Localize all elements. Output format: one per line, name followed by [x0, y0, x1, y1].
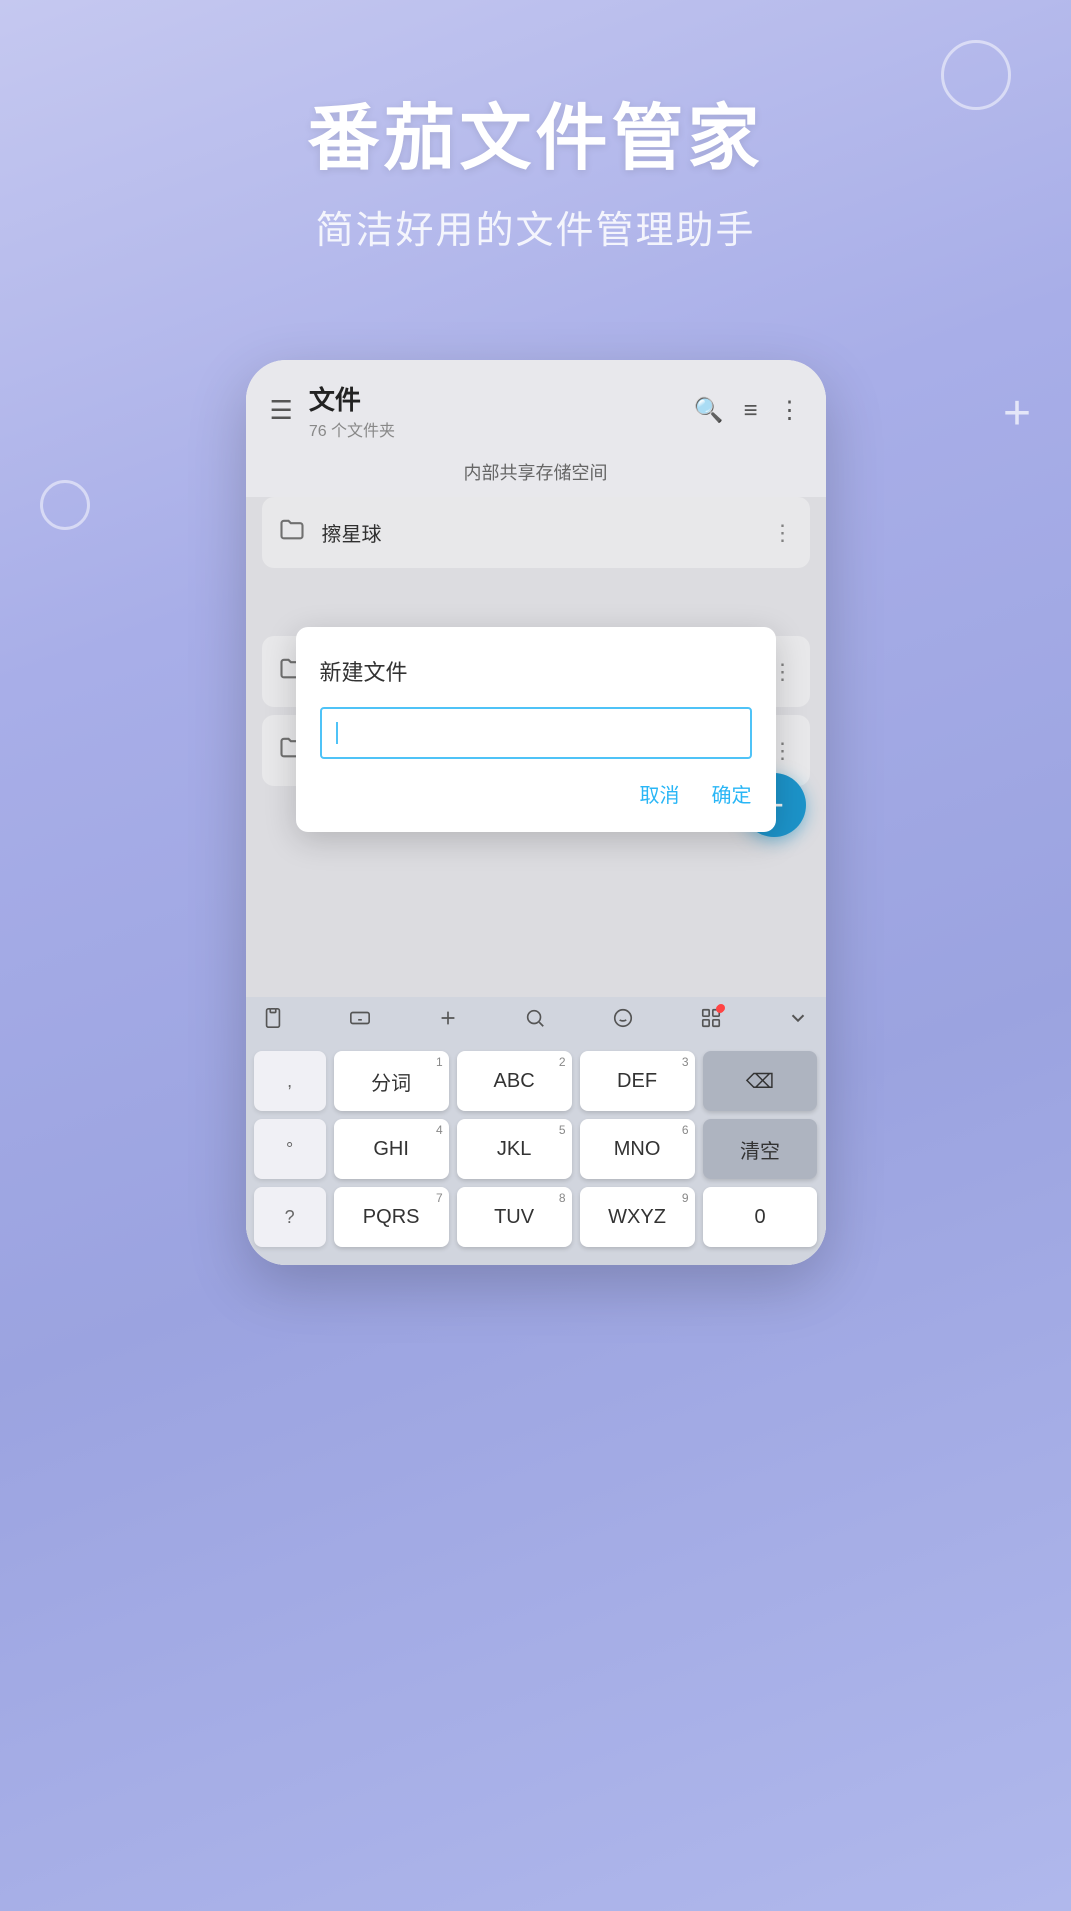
title-group: 文件 76 个文件夹 [309, 380, 694, 441]
app-bar-title: 文件 [309, 380, 694, 417]
key-degree-label: ° [286, 1139, 293, 1160]
key-3-num: 3 [682, 1055, 689, 1069]
key-backspace[interactable]: ⌫ [703, 1051, 818, 1111]
key-fenci-label: 分词 [371, 1067, 411, 1096]
key-mno-label: MNO [614, 1138, 661, 1161]
key-1-num: 1 [436, 1055, 443, 1069]
dialog-title: 新建文件 [320, 655, 752, 687]
clipboard-icon[interactable] [262, 1007, 284, 1035]
search-icon[interactable]: 🔍 [694, 396, 724, 425]
confirm-button[interactable]: 确定 [712, 779, 752, 808]
kb-row-1: , 1 分词 2 ABC 3 DEF ⌫ [254, 1051, 818, 1111]
app-bar-icons: 🔍 ≡ ⋮ [694, 396, 802, 425]
keyboard-toolbar [246, 997, 826, 1045]
key-wxyz-label: WXYZ [608, 1206, 666, 1229]
key-abc[interactable]: 2 ABC [457, 1051, 572, 1111]
storage-label: 内部共享存储空间 [246, 449, 826, 497]
key-tuv-label: TUV [494, 1206, 534, 1229]
cursor-icon[interactable] [437, 1007, 459, 1035]
keyboard: , 1 分词 2 ABC 3 DEF ⌫ [246, 1045, 826, 1265]
key-def-label: DEF [617, 1070, 657, 1093]
key-fenci[interactable]: 1 分词 [334, 1051, 449, 1111]
key-def[interactable]: 3 DEF [580, 1051, 695, 1111]
more-icon[interactable]: ⋮ [778, 396, 802, 425]
key-jkl[interactable]: 5 JKL [457, 1119, 572, 1179]
app-subtitle: 简洁好用的文件管理助手 [0, 199, 1071, 254]
menu-icon[interactable]: ☰ [270, 395, 293, 426]
key-4-num: 4 [436, 1123, 443, 1137]
key-degree[interactable]: ° [254, 1119, 326, 1179]
grid-icon[interactable] [700, 1007, 722, 1035]
key-7-num: 7 [436, 1191, 443, 1205]
dialog-input[interactable] [320, 707, 752, 759]
key-backspace-label: ⌫ [746, 1069, 774, 1094]
key-5-num: 5 [559, 1123, 566, 1137]
red-dot [716, 1005, 724, 1013]
phone-inner: ☰ 文件 76 个文件夹 🔍 ≡ ⋮ 内部共享存储空间 [246, 360, 826, 1265]
key-tuv[interactable]: 8 TUV [457, 1187, 572, 1247]
key-pqrs-label: PQRS [363, 1206, 420, 1229]
header-section: 番茄文件管家 简洁好用的文件管理助手 [0, 0, 1071, 254]
app-bar: ☰ 文件 76 个文件夹 🔍 ≡ ⋮ [246, 360, 826, 449]
app-bar-subtitle: 76 个文件夹 [309, 417, 694, 441]
sort-icon[interactable]: ≡ [743, 397, 757, 425]
key-zero[interactable]: 0 [703, 1187, 818, 1247]
key-clear-label: 清空 [740, 1135, 780, 1164]
search-keyboard-icon[interactable] [524, 1007, 546, 1035]
kb-row-3: ? 7 PQRS 8 TUV 9 WXYZ 0 [254, 1187, 818, 1247]
key-question-label: ? [285, 1207, 295, 1228]
key-question[interactable]: ? [254, 1187, 326, 1247]
key-pqrs[interactable]: 7 PQRS [334, 1187, 449, 1247]
key-zero-label: 0 [754, 1206, 765, 1229]
dialog-actions: 取消 确定 [320, 779, 752, 816]
app-title: 番茄文件管家 [0, 100, 1071, 179]
bg-plus-right: + [1003, 390, 1031, 438]
key-abc-label: ABC [494, 1070, 535, 1093]
kb-row-2: ° 4 GHI 5 JKL 6 MNO 清空 [254, 1119, 818, 1179]
key-comma[interactable]: , [254, 1051, 326, 1111]
chevron-down-icon[interactable] [787, 1007, 809, 1035]
bg-circle-left [40, 480, 90, 530]
dialog-overlay: 新建文件 取消 确定 [246, 497, 826, 997]
key-ghi[interactable]: 4 GHI [334, 1119, 449, 1179]
keyboard-icon[interactable] [349, 1007, 371, 1035]
key-jkl-label: JKL [497, 1138, 531, 1161]
key-2-num: 2 [559, 1055, 566, 1069]
cancel-button[interactable]: 取消 [640, 779, 680, 808]
key-9-num: 9 [682, 1191, 689, 1205]
text-cursor [336, 722, 338, 744]
file-list: 擦星球 ⋮ 新建文件 取消 确定 [246, 497, 826, 997]
key-ghi-label: GHI [373, 1138, 409, 1161]
new-file-dialog: 新建文件 取消 确定 [296, 627, 776, 832]
key-8-num: 8 [559, 1191, 566, 1205]
key-6-num: 6 [682, 1123, 689, 1137]
key-wxyz[interactable]: 9 WXYZ [580, 1187, 695, 1247]
phone-mockup: ☰ 文件 76 个文件夹 🔍 ≡ ⋮ 内部共享存储空间 [246, 360, 826, 1265]
key-comma-label: , [287, 1071, 292, 1092]
key-clear[interactable]: 清空 [703, 1119, 818, 1179]
emoji-icon[interactable] [612, 1007, 634, 1035]
key-mno[interactable]: 6 MNO [580, 1119, 695, 1179]
